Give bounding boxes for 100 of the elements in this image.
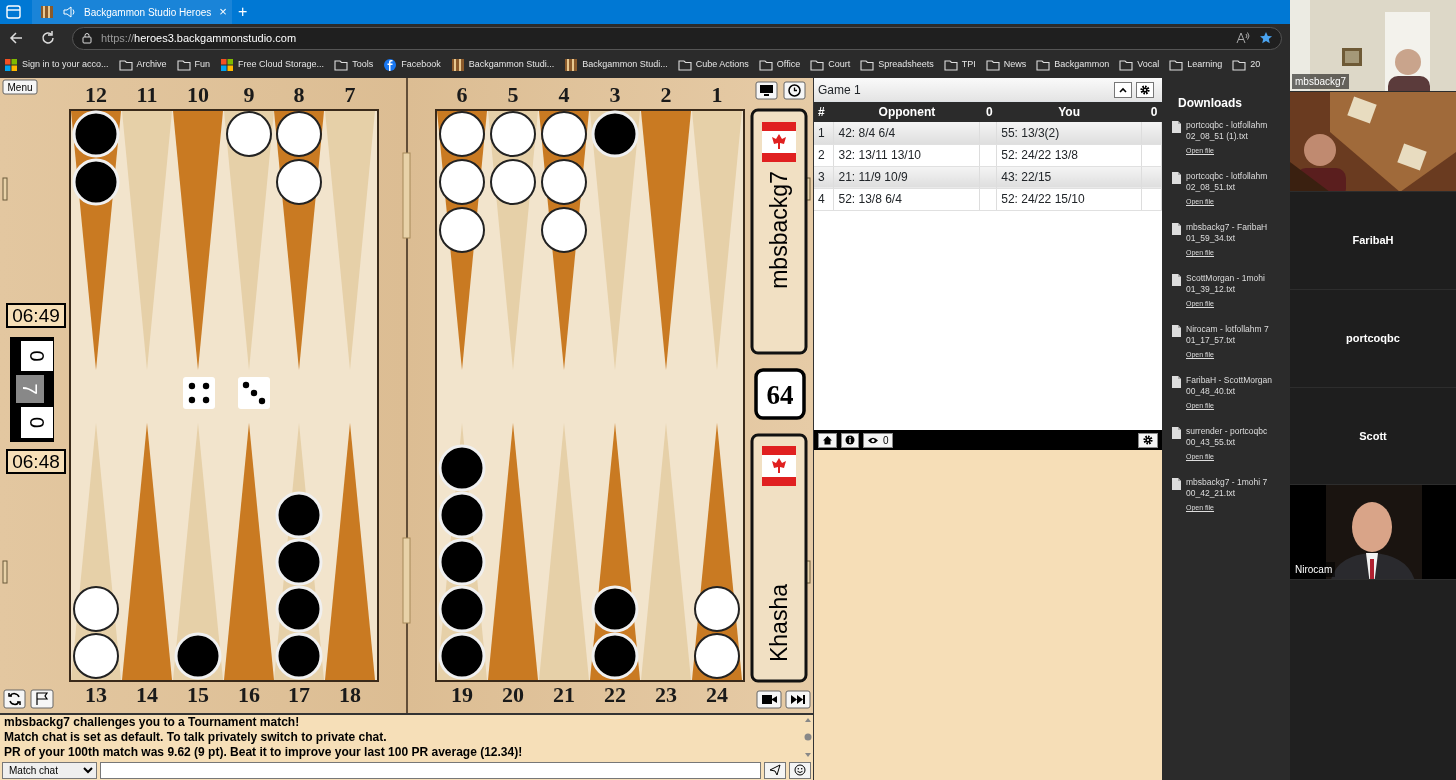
table-cell: 52: 13/8 6/4 bbox=[834, 188, 980, 210]
checker[interactable] bbox=[276, 111, 322, 157]
player-name: Khasha bbox=[766, 584, 792, 662]
emoji-button[interactable] bbox=[789, 761, 811, 779]
bookmark[interactable]: TPI bbox=[943, 58, 976, 72]
checker[interactable] bbox=[541, 111, 587, 157]
four-squares-icon bbox=[4, 58, 18, 72]
eye-icon bbox=[867, 435, 879, 445]
file-name: 01_59_34.txt bbox=[1186, 233, 1237, 244]
close-icon[interactable]: × bbox=[219, 2, 227, 22]
read-aloud-icon[interactable] bbox=[1235, 31, 1251, 45]
bookmark[interactable]: Office bbox=[758, 58, 801, 72]
participant-name: mbsbackg7 bbox=[1292, 74, 1350, 89]
bookmark[interactable]: Fun bbox=[176, 58, 211, 72]
send-button[interactable] bbox=[764, 761, 786, 779]
settings-button[interactable] bbox=[1138, 432, 1158, 448]
file-icon bbox=[1170, 171, 1182, 185]
menu-button[interactable]: Menu bbox=[2, 79, 38, 95]
folder-icon bbox=[810, 58, 825, 72]
file-icon bbox=[1170, 477, 1182, 491]
folder-icon bbox=[334, 58, 349, 72]
bookmark[interactable]: Backgammon Studi... bbox=[450, 58, 555, 72]
back-icon[interactable] bbox=[8, 30, 24, 46]
folder-icon bbox=[176, 58, 191, 72]
file-name: 02_08_51 (1).txt bbox=[1186, 131, 1249, 142]
file-name: surrender - portcoqbc bbox=[1186, 426, 1268, 437]
checker[interactable] bbox=[541, 159, 587, 205]
home-button[interactable] bbox=[818, 432, 837, 448]
bookmark[interactable]: Vocal bbox=[1119, 58, 1160, 72]
checker[interactable] bbox=[490, 159, 536, 205]
bookmark[interactable]: Court bbox=[810, 58, 851, 72]
bookmark[interactable]: Spreadsheets bbox=[860, 58, 934, 72]
point-number: 7 bbox=[344, 82, 356, 107]
browser-tab[interactable]: Backgammon Studio Heroes × bbox=[32, 0, 232, 24]
file-name: portcoqbc - lotfollahm bbox=[1186, 120, 1268, 131]
column-header: Opponent bbox=[834, 102, 980, 122]
channel-select[interactable]: Match chat bbox=[2, 761, 97, 779]
checker[interactable] bbox=[694, 586, 740, 632]
flag-icon bbox=[36, 692, 49, 706]
checker[interactable] bbox=[439, 159, 485, 205]
checker[interactable] bbox=[73, 586, 119, 632]
bookmark[interactable]: Sign in to your acco... bbox=[4, 58, 109, 72]
info-button[interactable] bbox=[841, 432, 859, 448]
checker[interactable] bbox=[226, 111, 272, 157]
camera-button[interactable] bbox=[756, 690, 782, 709]
board-favicon-icon bbox=[450, 58, 465, 72]
point-number: 11 bbox=[136, 82, 158, 107]
spectators-button[interactable]: 0 bbox=[863, 432, 893, 448]
folder-icon bbox=[943, 58, 958, 72]
file-name: 00_43_55.txt bbox=[1186, 437, 1237, 448]
file-name: 01_17_57.txt bbox=[1186, 335, 1237, 346]
bookmark[interactable]: Facebook bbox=[383, 58, 441, 72]
file-name: 02_08_51.txt bbox=[1186, 182, 1237, 193]
point-number: 20 bbox=[502, 682, 524, 707]
flag-button[interactable] bbox=[30, 689, 54, 709]
doubling-cube: 64 bbox=[754, 368, 806, 420]
bookmark[interactable]: Cube Actions bbox=[677, 58, 749, 72]
bookmark[interactable]: News bbox=[985, 58, 1027, 72]
column-header: # bbox=[814, 102, 834, 122]
bookmark[interactable]: Tools bbox=[334, 58, 374, 72]
board-favicon-icon bbox=[564, 58, 579, 72]
point-number: 10 bbox=[187, 82, 209, 107]
new-tab-button[interactable]: + bbox=[232, 4, 254, 20]
bookmark[interactable]: Backgammon Studi... bbox=[564, 58, 668, 72]
monitor-button[interactable] bbox=[755, 81, 778, 100]
checker[interactable] bbox=[490, 111, 536, 157]
bookmark[interactable]: Backgammon bbox=[1036, 58, 1110, 72]
bookmark[interactable]: 20 bbox=[1232, 58, 1261, 72]
clock-icon bbox=[788, 84, 801, 97]
checker[interactable] bbox=[439, 207, 485, 253]
settings-button[interactable] bbox=[1136, 81, 1154, 98]
die bbox=[238, 377, 270, 409]
score-cell: 0 bbox=[21, 407, 53, 438]
star-icon[interactable] bbox=[1259, 31, 1273, 45]
folder-icon bbox=[1036, 58, 1051, 72]
clock-button[interactable] bbox=[783, 81, 806, 100]
bookmark[interactable]: Archive bbox=[118, 58, 167, 72]
refresh-button[interactable] bbox=[3, 689, 26, 709]
bookmark[interactable]: Free Cloud Storage... bbox=[220, 58, 325, 72]
table-cell: 55: 13/3(2) bbox=[996, 122, 1142, 144]
tab-title: Backgammon Studio Heroes bbox=[84, 5, 212, 20]
point-number: 5 bbox=[507, 82, 519, 107]
point-number: 14 bbox=[136, 682, 158, 707]
folder-icon bbox=[677, 58, 692, 72]
fast-forward-icon bbox=[791, 695, 805, 704]
checker[interactable] bbox=[541, 207, 587, 253]
bookmark[interactable]: Learning bbox=[1169, 58, 1223, 72]
circle-logo-icon bbox=[383, 58, 398, 72]
file-icon bbox=[1170, 375, 1182, 389]
folder-icon bbox=[758, 58, 773, 72]
fast-forward-button[interactable] bbox=[785, 690, 811, 709]
checker[interactable] bbox=[73, 633, 119, 679]
address-bar[interactable]: https://heroes3.backgammonstudio.com bbox=[72, 26, 1282, 50]
checker[interactable] bbox=[439, 111, 485, 157]
reload-icon[interactable] bbox=[40, 30, 56, 46]
message-field[interactable] bbox=[100, 761, 761, 779]
checker[interactable] bbox=[694, 633, 740, 679]
collapse-button[interactable] bbox=[1114, 81, 1132, 98]
participant-name: portcoqbc bbox=[1346, 331, 1400, 347]
checker[interactable] bbox=[276, 159, 322, 205]
